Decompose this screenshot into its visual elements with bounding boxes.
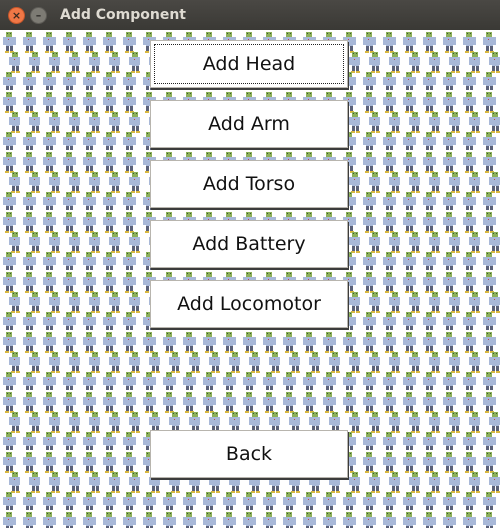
content-area: Add Head Add Arm Add Torso Add Battery A… <box>0 30 500 528</box>
add-head-button[interactable]: Add Head <box>150 40 348 88</box>
add-locomotor-button[interactable]: Add Locomotor <box>150 280 348 328</box>
back-button[interactable]: Back <box>150 430 348 478</box>
title-bar: × – Add Component <box>0 0 500 30</box>
window-title: Add Component <box>60 7 186 23</box>
minimize-window-button[interactable]: – <box>30 6 47 24</box>
app-window: × – Add Component Add Head Add Arm Add T… <box>0 0 500 528</box>
close-window-button[interactable]: × <box>8 6 25 24</box>
add-battery-button[interactable]: Add Battery <box>150 220 348 268</box>
add-arm-button[interactable]: Add Arm <box>150 100 348 148</box>
add-torso-button[interactable]: Add Torso <box>150 160 348 208</box>
minimize-icon: – <box>35 8 42 22</box>
close-icon: × <box>11 8 22 22</box>
